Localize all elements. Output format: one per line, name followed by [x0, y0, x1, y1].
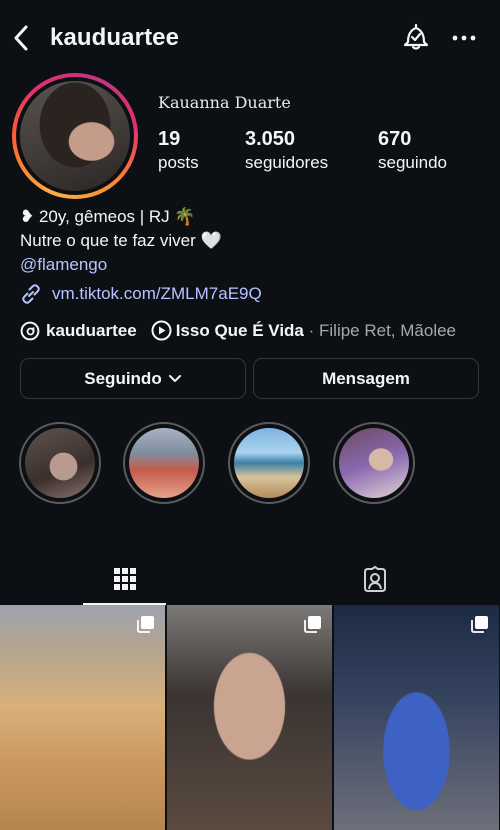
stat-following[interactable]: 670 seguindo — [378, 128, 447, 173]
link-icon — [22, 284, 40, 304]
highlight-cover-image — [129, 428, 199, 498]
threads-icon — [20, 321, 40, 340]
top-bar: kauduartee — [0, 0, 500, 76]
highlight-cover-image — [339, 428, 409, 498]
stat-followers-label: seguidores — [245, 153, 329, 172]
threads-handle[interactable]: kauduartee — [46, 321, 137, 341]
highlight-cover-image — [234, 428, 304, 498]
music-song-title[interactable]: Isso Que É Vida — [176, 321, 304, 341]
carousel-icon — [471, 616, 488, 633]
more-horizontal-icon — [452, 35, 476, 41]
notifications-button[interactable] — [402, 22, 430, 52]
music-separator: · — [303, 320, 319, 340]
bio-line-2: Nutre o que te faz viver 🤍 — [20, 231, 222, 250]
music-artist: Filipe Ret, Mãolee — [319, 320, 457, 340]
stat-following-label: seguindo — [378, 153, 448, 172]
story-highlight[interactable] — [19, 422, 101, 504]
more-options-button[interactable] — [450, 28, 478, 48]
tab-posts-grid[interactable] — [83, 555, 166, 605]
back-button[interactable] — [8, 22, 34, 54]
bio-line-1: ❥ 20y, gêmeos | RJ 🌴 — [20, 207, 196, 226]
story-highlight[interactable] — [228, 422, 310, 504]
posts-grid — [0, 605, 500, 830]
grid-icon — [113, 568, 136, 590]
post-thumbnail[interactable] — [0, 605, 165, 830]
post-thumbnail[interactable] — [167, 605, 332, 830]
play-circle-icon — [151, 320, 172, 341]
message-button[interactable]: Mensagem — [253, 358, 479, 399]
profile-tabs — [0, 555, 500, 605]
bio-mention-link[interactable]: @flamengo — [20, 255, 107, 275]
avatar — [20, 81, 130, 191]
post-thumbnail[interactable] — [334, 605, 499, 830]
stat-posts[interactable]: 19 posts — [158, 128, 199, 173]
following-button[interactable]: Seguindo — [20, 358, 246, 399]
tagged-person-icon — [363, 566, 386, 592]
stat-following-value: 670 — [378, 128, 412, 150]
following-button-label: Seguindo — [84, 368, 162, 388]
stat-followers-value: 3.050 — [245, 128, 296, 150]
story-highlight[interactable] — [333, 422, 415, 504]
highlight-cover-image — [25, 428, 95, 498]
stat-followers[interactable]: 3.050 seguidores — [245, 128, 328, 173]
chevron-left-icon — [14, 25, 28, 51]
profile-avatar-story-ring[interactable] — [12, 73, 138, 199]
story-highlight[interactable] — [123, 422, 205, 504]
profile-full-name: Kauanna Duarte — [158, 93, 291, 112]
threads-music-row: kauduartee Isso Que É Vida · Filipe Ret,… — [20, 320, 456, 341]
carousel-icon — [137, 616, 154, 633]
chevron-down-icon — [168, 374, 181, 382]
profile-username: kauduartee — [50, 24, 180, 51]
bell-check-icon — [403, 23, 429, 50]
stat-posts-value: 19 — [158, 128, 181, 150]
tab-tagged[interactable] — [333, 555, 416, 605]
message-button-label: Mensagem — [322, 368, 410, 388]
external-link-text: vm.tiktok.com/ZMLM7aE9Q — [52, 284, 262, 303]
stat-posts-label: posts — [158, 153, 199, 172]
external-link[interactable]: vm.tiktok.com/ZMLM7aE9Q — [20, 283, 262, 305]
carousel-icon — [304, 616, 321, 633]
